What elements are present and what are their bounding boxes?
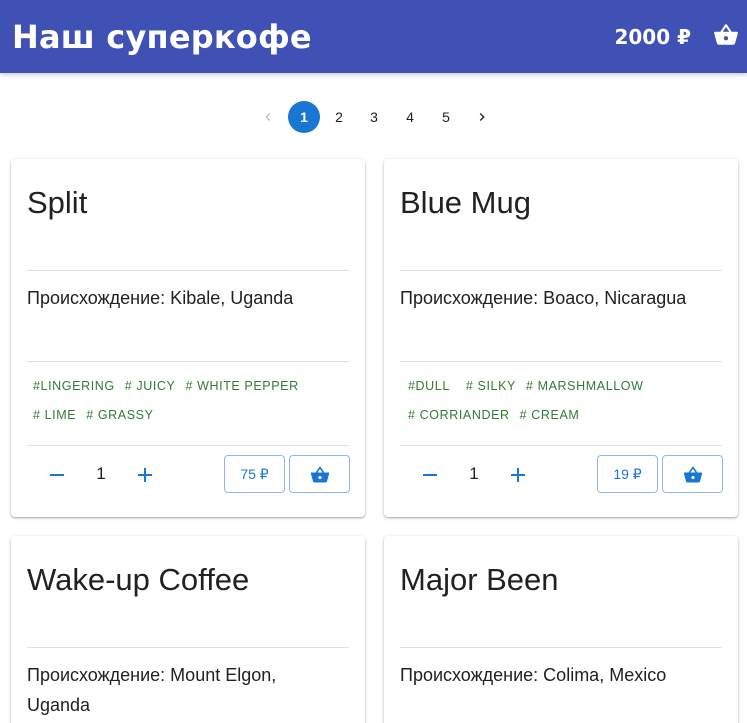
page-button-1[interactable]: 1: [288, 101, 320, 133]
decrease-quantity-button[interactable]: [415, 460, 445, 490]
chevron-right-icon[interactable]: [466, 101, 498, 133]
tag-chip[interactable]: # CREAM: [516, 401, 584, 430]
tag-list: #DULL # SILKY # MARSHMALLOW # CORRIANDER…: [404, 372, 724, 430]
product-origin: Происхождение: Mount Elgon, Uganda: [27, 665, 277, 715]
product-card: Split Происхождение: Kibale, Uganda #LIN…: [11, 159, 365, 517]
tag-list: #LINGERING # JUICY # WHITE PEPPER # LIME…: [29, 372, 351, 430]
pagination: 1 2 3 4 5: [0, 101, 747, 133]
divider: [400, 270, 722, 271]
page-button-5[interactable]: 5: [430, 101, 462, 133]
tag-chip[interactable]: # MARSHMALLOW: [522, 372, 648, 401]
product-name: Major Been: [400, 562, 559, 597]
page-button-3[interactable]: 3: [358, 101, 390, 133]
quantity-value: 1: [96, 464, 106, 483]
decrease-quantity-button[interactable]: [42, 460, 72, 490]
tag-chip[interactable]: # LIME: [29, 401, 80, 430]
add-to-basket-button[interactable]: [289, 455, 350, 493]
divider: [27, 361, 349, 362]
app-bar: Наш суперкофе 2000 ₽: [0, 0, 747, 73]
product-name: Wake-up Coffee: [27, 562, 250, 597]
increase-quantity-button[interactable]: [130, 460, 160, 490]
product-card: Blue Mug Происхождение: Boaco, Nicaragua…: [384, 159, 738, 517]
tag-chip[interactable]: # CORRIANDER: [404, 401, 514, 430]
divider: [400, 647, 722, 648]
increase-quantity-button[interactable]: [503, 460, 533, 490]
divider: [400, 445, 722, 446]
product-card: Wake-up Coffee Происхождение: Mount Elgo…: [11, 536, 365, 723]
product-origin: Происхождение: Boaco, Nicaragua: [400, 288, 687, 308]
product-origin: Происхождение: Kibale, Uganda: [27, 288, 294, 308]
divider: [27, 647, 349, 648]
page-button-4[interactable]: 4: [394, 101, 426, 133]
tag-chip[interactable]: #LINGERING: [29, 372, 119, 401]
price-button[interactable]: 75 ₽: [224, 455, 285, 493]
app-title: Наш суперкофе: [12, 18, 312, 56]
basket-icon: [683, 466, 703, 483]
quantity-value: 1: [469, 464, 479, 483]
tag-chip[interactable]: # WHITE PEPPER: [181, 372, 302, 401]
product-name: Split: [27, 185, 88, 220]
tag-chip[interactable]: #DULL: [404, 372, 454, 401]
product-origin: Происхождение: Colima, Mexico: [400, 665, 667, 685]
basket-icon: [310, 466, 330, 483]
page-button-2[interactable]: 2: [323, 101, 355, 133]
divider: [27, 270, 349, 271]
tag-chip[interactable]: # SILKY: [462, 372, 520, 401]
tag-chip[interactable]: # GRASSY: [82, 401, 157, 430]
product-card: Major Been Происхождение: Colima, Mexico: [384, 536, 738, 723]
divider: [400, 361, 722, 362]
price-button[interactable]: 19 ₽: [597, 455, 658, 493]
tag-chip[interactable]: # JUICY: [121, 372, 180, 401]
basket-icon[interactable]: [713, 22, 739, 48]
add-to-basket-button[interactable]: [662, 455, 723, 493]
chevron-left-icon[interactable]: [252, 101, 284, 133]
product-name: Blue Mug: [400, 185, 531, 220]
divider: [27, 445, 349, 446]
cart-total: 2000 ₽: [614, 25, 691, 49]
